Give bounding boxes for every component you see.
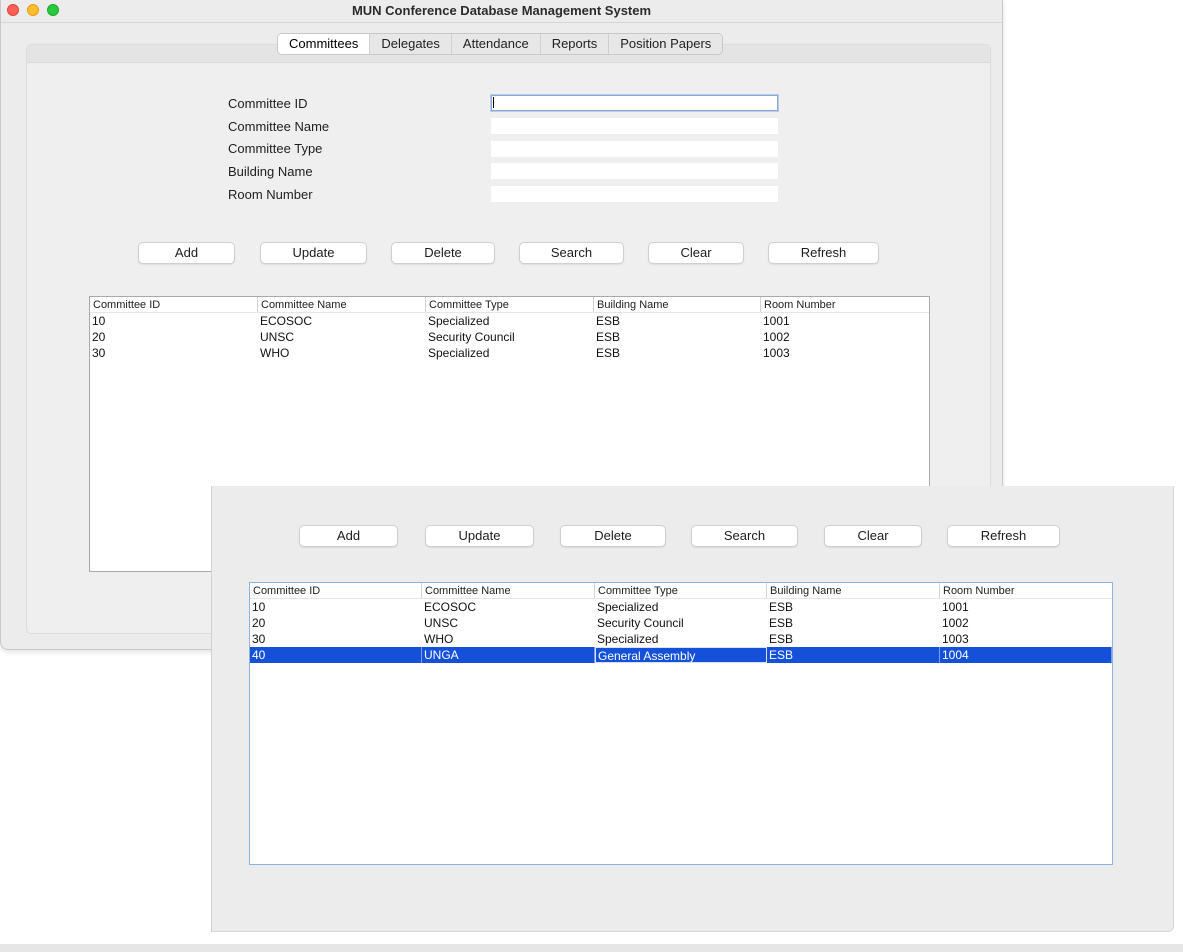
table-cell: WHO: [424, 632, 454, 646]
table-cell: 20: [92, 330, 106, 344]
table-header: Committee ID Committee Name Committee Ty…: [90, 297, 929, 313]
tab-bar: Committees Delegates Attendance Reports …: [277, 33, 724, 55]
tab-attendance[interactable]: Attendance: [452, 34, 541, 54]
committee-name-label: Committee Name: [228, 119, 330, 134]
table-cell: 40: [250, 647, 422, 663]
table-cell: 1001: [763, 314, 790, 328]
column-header-committee-name[interactable]: Committee Name: [422, 583, 595, 598]
table-cell: WHO: [260, 346, 290, 360]
table-cell: 1002: [763, 330, 790, 344]
text-caret: [493, 97, 494, 108]
table-cell-focused[interactable]: General Assembly: [595, 647, 767, 663]
title-bar: MUN Conference Database Management Syste…: [1, 0, 1002, 23]
table-cell: UNGA: [422, 647, 595, 663]
window-title: MUN Conference Database Management Syste…: [351, 3, 652, 18]
table-row[interactable]: 10 ECOSOC Specialized ESB 1001: [90, 313, 929, 329]
column-header-committee-name[interactable]: Committee Name: [258, 297, 426, 312]
table-cell: Specialized: [597, 600, 659, 614]
add-button[interactable]: Add: [299, 525, 398, 547]
column-header-building-name[interactable]: Building Name: [594, 297, 761, 312]
table-cell: Specialized: [428, 314, 490, 328]
column-header-room-number[interactable]: Room Number: [940, 583, 1112, 598]
refresh-button[interactable]: Refresh: [947, 525, 1060, 547]
table-cell: 30: [92, 346, 106, 360]
committee-id-label: Committee ID: [228, 96, 308, 111]
clear-button[interactable]: Clear: [648, 242, 744, 264]
table-cell: 30: [252, 632, 266, 646]
table-cell: 1003: [763, 346, 790, 360]
table-cell: 1003: [942, 632, 969, 646]
clear-button[interactable]: Clear: [824, 525, 922, 547]
table-row[interactable]: 30 WHO Specialized ESB 1003: [90, 345, 929, 361]
table-row[interactable]: 10 ECOSOC Specialized ESB 1001: [250, 599, 1112, 615]
table-cell: Specialized: [428, 346, 490, 360]
screen-bottom-edge: [0, 944, 1183, 952]
table-cell: 1004: [940, 647, 1112, 663]
search-button[interactable]: Search: [691, 525, 798, 547]
column-header-committee-type[interactable]: Committee Type: [595, 583, 767, 598]
table-cell: 20: [252, 616, 266, 630]
update-button[interactable]: Update: [425, 525, 534, 547]
committee-type-input[interactable]: [491, 141, 778, 157]
table-cell: 10: [92, 314, 106, 328]
column-header-building-name[interactable]: Building Name: [767, 583, 940, 598]
tab-reports[interactable]: Reports: [541, 34, 610, 54]
committee-name-input[interactable]: [491, 118, 778, 134]
tab-delegates[interactable]: Delegates: [370, 34, 452, 54]
committee-table[interactable]: Committee ID Committee Name Committee Ty…: [249, 582, 1113, 865]
room-number-input[interactable]: [491, 186, 778, 202]
delete-button[interactable]: Delete: [560, 525, 666, 547]
column-header-committee-id[interactable]: Committee ID: [90, 297, 258, 312]
refresh-button[interactable]: Refresh: [768, 242, 879, 264]
add-button[interactable]: Add: [138, 242, 235, 264]
building-name-input[interactable]: [491, 163, 778, 179]
table-cell: ESB: [769, 632, 794, 646]
table-cell: ESB: [596, 346, 621, 360]
table-cell: Specialized: [597, 632, 659, 646]
table-cell: ECOSOC: [424, 600, 477, 614]
table-cell: Security Council: [428, 330, 515, 344]
table-cell: 10: [252, 600, 266, 614]
table-cell: ECOSOC: [260, 314, 313, 328]
building-name-label: Building Name: [228, 164, 313, 179]
table-cell: UNSC: [260, 330, 295, 344]
table-cell: ESB: [596, 330, 621, 344]
table-row-selected[interactable]: 40 UNGA General Assembly ESB 1004: [250, 647, 1112, 663]
table-cell: 1002: [942, 616, 969, 630]
table-row[interactable]: 30 WHO Specialized ESB 1003: [250, 631, 1112, 647]
tab-position-papers[interactable]: Position Papers: [609, 34, 722, 54]
column-header-committee-id[interactable]: Committee ID: [250, 583, 422, 598]
table-cell: ESB: [769, 600, 794, 614]
update-button[interactable]: Update: [260, 242, 367, 264]
table-row[interactable]: 20 UNSC Security Council ESB 1002: [250, 615, 1112, 631]
table-cell: Security Council: [597, 616, 684, 630]
table-cell: ESB: [596, 314, 621, 328]
table-header: Committee ID Committee Name Committee Ty…: [250, 583, 1112, 599]
committee-id-input[interactable]: [491, 95, 778, 111]
delete-button[interactable]: Delete: [391, 242, 495, 264]
column-header-committee-type[interactable]: Committee Type: [426, 297, 594, 312]
column-header-room-number[interactable]: Room Number: [761, 297, 929, 312]
search-button[interactable]: Search: [519, 242, 624, 264]
table-cell: 1001: [942, 600, 969, 614]
table-cell: ESB: [769, 616, 794, 630]
overlay-window: Add Update Delete Search Clear Refresh C…: [211, 486, 1174, 932]
committee-type-label: Committee Type: [228, 141, 323, 156]
table-row[interactable]: 20 UNSC Security Council ESB 1002: [90, 329, 929, 345]
tab-committees[interactable]: Committees: [278, 34, 371, 54]
table-cell: UNSC: [424, 616, 459, 630]
room-number-label: Room Number: [228, 187, 313, 202]
table-cell: ESB: [767, 647, 940, 663]
